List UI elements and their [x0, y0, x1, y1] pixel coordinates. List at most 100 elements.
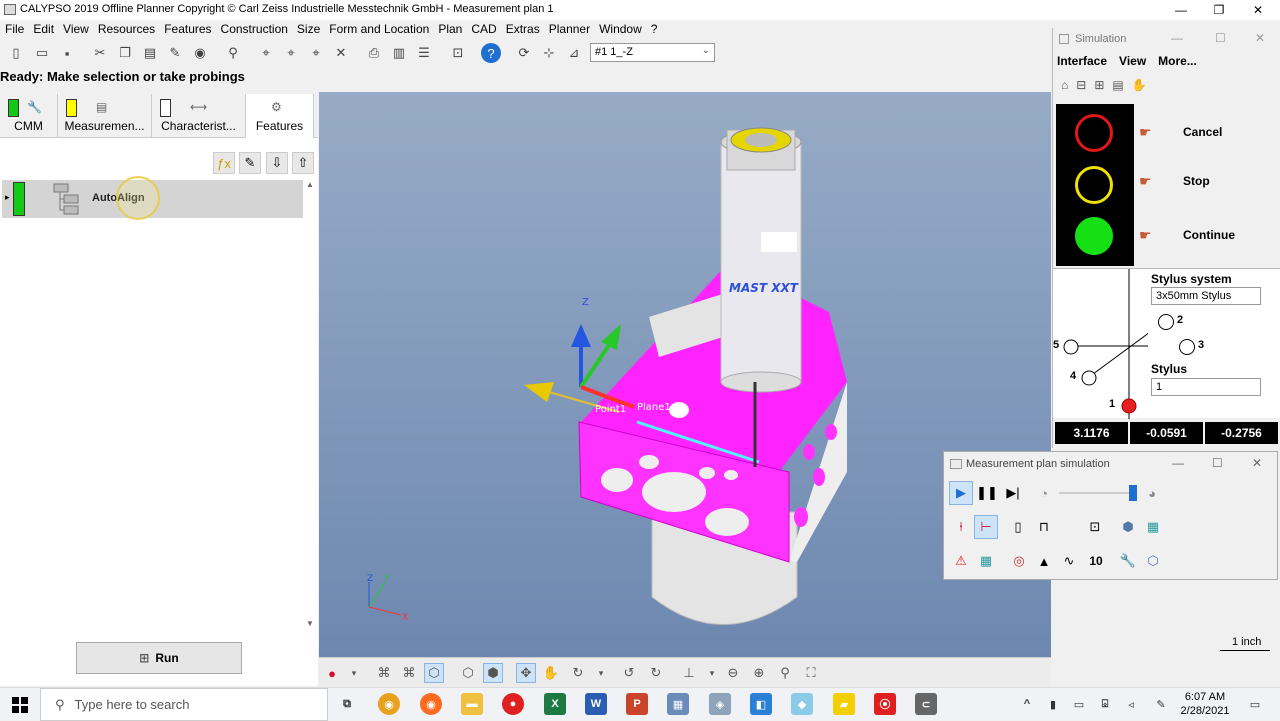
table-icon[interactable]: ⊓ — [1032, 515, 1056, 539]
minimize-button[interactable]: — — [1172, 456, 1184, 470]
menu-size[interactable]: Size — [294, 20, 326, 39]
recorder-icon[interactable]: ● — [502, 693, 524, 715]
probe-point-icon[interactable]: ⍿ — [949, 515, 973, 539]
stop-button[interactable]: ☛ Stop — [1139, 168, 1279, 194]
speed-slider[interactable] — [1059, 492, 1131, 494]
notification-icon[interactable]: ▭ — [1244, 693, 1266, 715]
chevron-down-icon[interactable]: ▾ — [591, 663, 611, 683]
expand-arrow-icon[interactable]: ▸ — [5, 192, 10, 203]
pause-icon[interactable]: ❚❚ — [975, 481, 999, 505]
paste-icon[interactable]: ▤ — [140, 43, 160, 63]
probe-path-icon[interactable]: ⊢ — [974, 515, 998, 539]
menu-window[interactable]: Window — [596, 20, 648, 39]
open-icon[interactable]: ▭ — [32, 43, 52, 63]
speed-fast-icon[interactable]: ◕ — [1140, 481, 1164, 505]
run-button[interactable]: ⊞ Run — [76, 642, 242, 674]
fit-view-icon[interactable]: ⛶ — [801, 663, 821, 683]
menu-view[interactable]: View — [60, 20, 95, 39]
formula-icon[interactable]: ƒx — [213, 152, 235, 174]
menu-features[interactable]: Features — [161, 20, 217, 39]
pen-icon[interactable]: ✎ — [1150, 693, 1172, 715]
tool-b-icon[interactable]: ⊟ — [1076, 78, 1086, 92]
close-button[interactable]: ✕ — [1238, 0, 1278, 20]
zoom-icon[interactable]: ⚲ — [775, 663, 795, 683]
close-button[interactable]: ✕ — [1255, 31, 1265, 45]
new-icon[interactable]: ▯ — [6, 43, 26, 63]
scroll-down-icon[interactable]: ▼ — [306, 619, 314, 628]
view-select[interactable]: #1 1_-Z ⌄ — [590, 43, 715, 62]
warning-icon[interactable]: ⚠ — [949, 549, 973, 573]
machine-icon[interactable]: ▦ — [1141, 515, 1165, 539]
tab-cmm[interactable]: 🔧 CMM — [0, 94, 58, 138]
tree-scrollbar[interactable]: ▲ ▼ — [303, 180, 317, 628]
delete-icon[interactable]: ▥ — [389, 43, 409, 63]
excel-icon[interactable]: X — [544, 693, 566, 715]
select-a-icon[interactable]: ⌘ — [374, 663, 394, 683]
wrench-icon[interactable]: 🔧 — [1116, 549, 1140, 573]
menu-view[interactable]: View — [1119, 54, 1146, 68]
menu-extras[interactable]: Extras — [503, 20, 546, 39]
calypso-icon[interactable]: ⊂ — [915, 693, 937, 715]
menu-form-and-location[interactable]: Form and Location — [326, 20, 435, 39]
probe-b-icon[interactable]: ⌖ — [281, 43, 301, 63]
speed-slow-icon[interactable]: ◔ — [1032, 481, 1056, 505]
firefox-icon[interactable]: ◉ — [420, 693, 442, 715]
hand-icon[interactable]: ✋ — [541, 663, 561, 683]
tool-d-icon[interactable]: ▤ — [1112, 78, 1123, 92]
tab-features[interactable]: ⚙ Features — [246, 94, 314, 138]
lock-icon[interactable]: ⊡ — [1083, 515, 1107, 539]
record-icon[interactable]: ◉ — [190, 43, 210, 63]
menu-interface[interactable]: Interface — [1057, 54, 1107, 68]
stylus-3[interactable] — [1179, 339, 1195, 355]
print-icon[interactable]: ⎙ — [364, 43, 384, 63]
maximize-button[interactable]: ☐ — [1215, 31, 1226, 45]
tab-measurement[interactable]: ▤ Measuremen... — [58, 94, 152, 138]
task-view-icon[interactable]: ⧉ — [336, 693, 358, 715]
minimize-button[interactable]: — — [1171, 31, 1183, 45]
probe-c-icon[interactable]: ⌖ — [306, 43, 326, 63]
pan-icon[interactable]: ✥ — [516, 663, 536, 683]
close-button[interactable]: ✕ — [1252, 456, 1262, 470]
file-explorer-icon[interactable]: ▬ — [461, 693, 483, 715]
app-icon[interactable]: ⦿ — [874, 693, 896, 715]
lock-icon[interactable]: ⊡ — [448, 43, 468, 63]
list-icon[interactable]: ☰ — [414, 43, 434, 63]
copy-icon[interactable]: ❐ — [115, 43, 135, 63]
speed-slider-thumb[interactable] — [1129, 485, 1137, 501]
binoculars-icon[interactable]: ⚲ — [223, 43, 243, 63]
network-icon[interactable]: ⌺ — [1094, 693, 1116, 715]
sticky-notes-icon[interactable]: ▰ — [833, 693, 855, 715]
maximize-button[interactable]: ☐ — [1212, 456, 1223, 470]
word-icon[interactable]: W — [585, 693, 607, 715]
minimize-button[interactable]: — — [1161, 0, 1201, 20]
app-icon[interactable]: ◧ — [750, 693, 772, 715]
probe-a-icon[interactable]: ⌖ — [256, 43, 276, 63]
cancel-button[interactable]: ☛ Cancel — [1139, 119, 1279, 145]
tool-a-icon[interactable]: ⌂ — [1061, 78, 1068, 92]
play-icon[interactable]: ▶ — [949, 481, 973, 505]
chevron-down-icon[interactable]: ▾ — [344, 663, 364, 683]
solid-icon[interactable]: ⬢ — [483, 663, 503, 683]
menu-resources[interactable]: Resources — [95, 20, 161, 39]
microphone-icon[interactable]: ▮ — [1042, 693, 1064, 715]
zoom-out-icon[interactable]: ⊖ — [723, 663, 743, 683]
menu-help[interactable]: ? — [648, 20, 664, 39]
taskbar-search[interactable]: ⚲ Type here to search — [40, 688, 328, 721]
save-icon[interactable]: ▪ — [57, 43, 77, 63]
powerpoint-icon[interactable]: P — [626, 693, 648, 715]
wireframe-icon[interactable]: ⬡ — [458, 663, 478, 683]
tab-characteristics[interactable]: ⟷ Characterist... — [152, 94, 246, 138]
move-up-icon[interactable]: ⇧ — [292, 152, 314, 174]
menu-construction[interactable]: Construction — [218, 20, 294, 39]
calculator-icon[interactable]: ▦ — [667, 693, 689, 715]
stylus-2[interactable] — [1158, 314, 1174, 330]
count-value[interactable]: 10 — [1084, 549, 1108, 573]
edit-icon[interactable]: ✎ — [165, 43, 185, 63]
rotate-xyz-icon[interactable]: ↻ — [568, 663, 588, 683]
cube-icon[interactable]: ⬢ — [1116, 515, 1140, 539]
axis-icon[interactable]: ⊿ — [564, 43, 584, 63]
start-button[interactable] — [0, 688, 40, 721]
move-down-icon[interactable]: ⇩ — [266, 152, 288, 174]
stylus-system-field[interactable]: 3x50mm Stylus — [1151, 287, 1261, 305]
cube-view-icon[interactable]: ⬡ — [424, 663, 444, 683]
